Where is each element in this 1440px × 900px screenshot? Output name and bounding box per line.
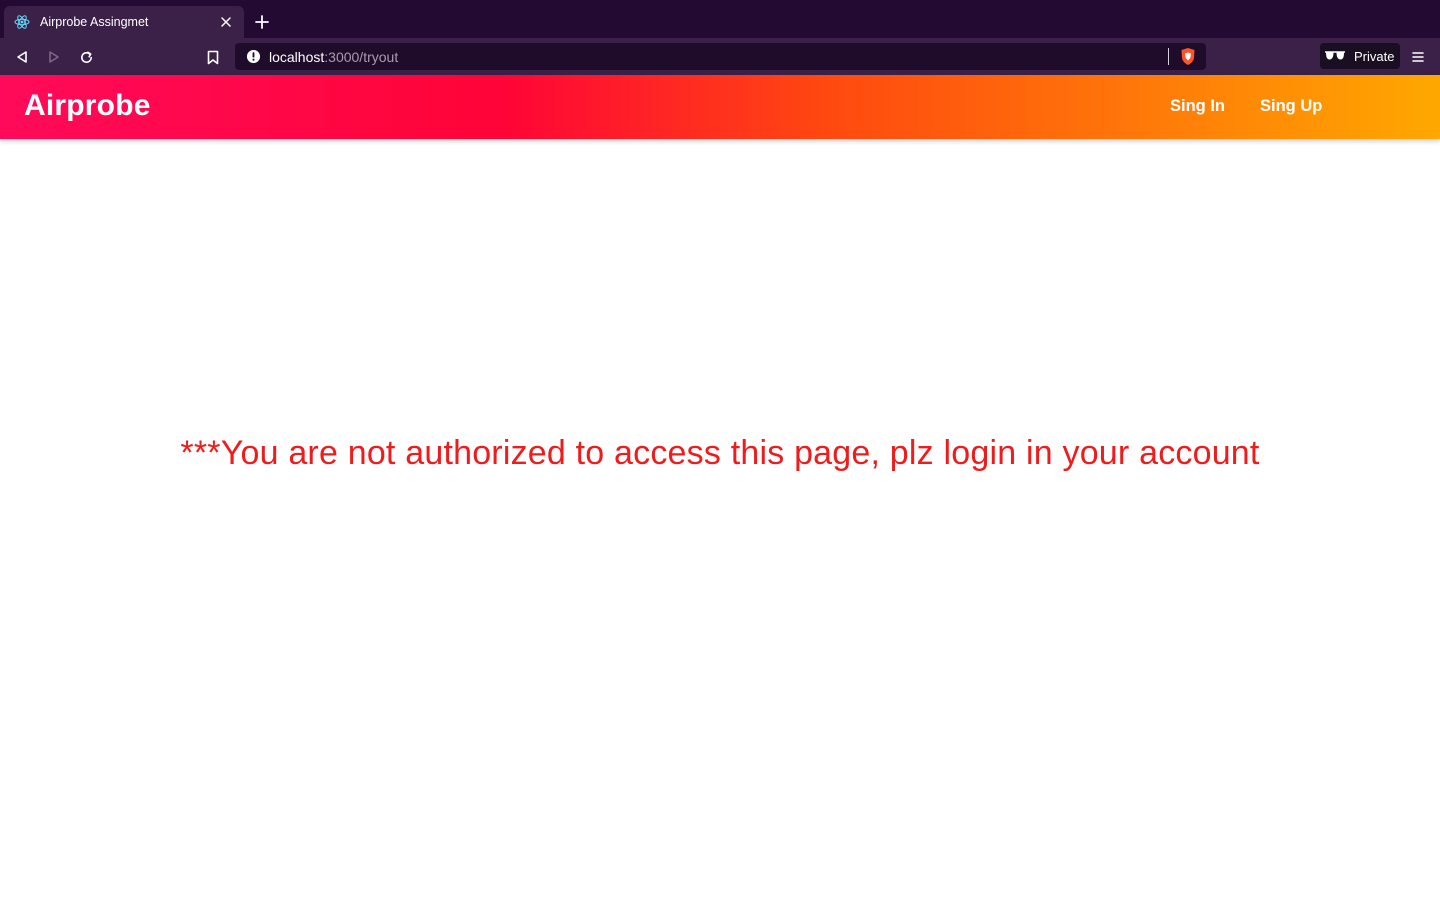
- url-divider: [1168, 48, 1169, 65]
- brand-logo[interactable]: Airprobe: [24, 89, 151, 123]
- react-atom-icon: [14, 14, 30, 30]
- sign-up-link[interactable]: Sing Up: [1260, 97, 1322, 116]
- private-label: Private: [1354, 48, 1395, 64]
- browser-menu-button[interactable]: [1408, 46, 1428, 68]
- hamburger-menu-icon: [1412, 52, 1424, 62]
- tab-title: Airprobe Assingmet: [40, 15, 149, 29]
- back-arrow-icon: [17, 51, 27, 63]
- forward-button[interactable]: [43, 46, 65, 68]
- browser-tabstrip: Airprobe Assingmet: [0, 0, 1440, 38]
- site-info-icon[interactable]: [245, 49, 261, 65]
- url-text: localhost:3000/tryout: [269, 49, 398, 65]
- url-path: :3000/tryout: [324, 48, 399, 65]
- url-host: localhost: [269, 48, 325, 65]
- brave-shield-icon[interactable]: [1179, 47, 1197, 66]
- new-tab-button[interactable]: [252, 12, 272, 32]
- bookmark-button[interactable]: [202, 46, 224, 68]
- private-window-badge[interactable]: Private: [1320, 43, 1400, 69]
- sunglasses-icon: [1325, 51, 1345, 60]
- bookmark-icon: [207, 50, 219, 64]
- sign-in-link[interactable]: Sing In: [1170, 97, 1225, 116]
- reload-icon: [80, 51, 92, 63]
- address-bar[interactable]: localhost:3000/tryout: [235, 43, 1206, 70]
- app-header: Airprobe Sing In Sing Up: [0, 75, 1440, 139]
- reload-button[interactable]: [75, 46, 97, 68]
- forward-arrow-icon: [49, 51, 59, 63]
- browser-tab[interactable]: Airprobe Assingmet: [4, 6, 244, 38]
- browser-toolbar: localhost:3000/tryout Private: [0, 38, 1440, 75]
- back-button[interactable]: [11, 46, 33, 68]
- close-icon[interactable]: [218, 14, 234, 30]
- unauthorized-message: ***You are not authorized to access this…: [180, 434, 1260, 472]
